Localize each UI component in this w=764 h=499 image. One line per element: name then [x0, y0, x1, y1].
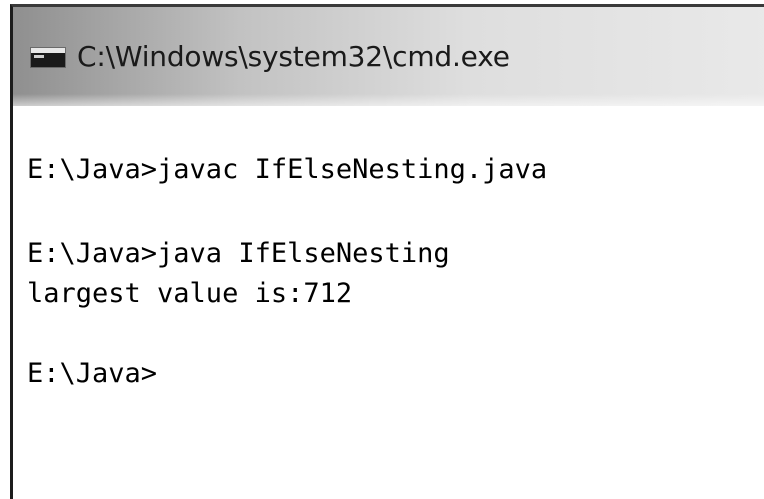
command-prompt-icon[interactable]: [30, 47, 66, 68]
console-output[interactable]: E:\Java>javac IfElseNesting.java E:\Java…: [13, 106, 764, 499]
console-prompt: E:\Java>: [27, 358, 158, 389]
console-line: E:\Java>javac IfElseNesting.java: [27, 154, 548, 185]
cmd-window: C:\Windows\system32\cmd.exe E:\Java>java…: [10, 4, 764, 499]
console-line: largest value is:712: [27, 278, 353, 309]
title-bar[interactable]: C:\Windows\system32\cmd.exe: [13, 7, 764, 106]
screenshot-frame: C:\Windows\system32\cmd.exe E:\Java>java…: [0, 0, 764, 499]
console-line: E:\Java>java IfElseNesting: [27, 238, 450, 269]
window-title: C:\Windows\system32\cmd.exe: [77, 40, 510, 73]
